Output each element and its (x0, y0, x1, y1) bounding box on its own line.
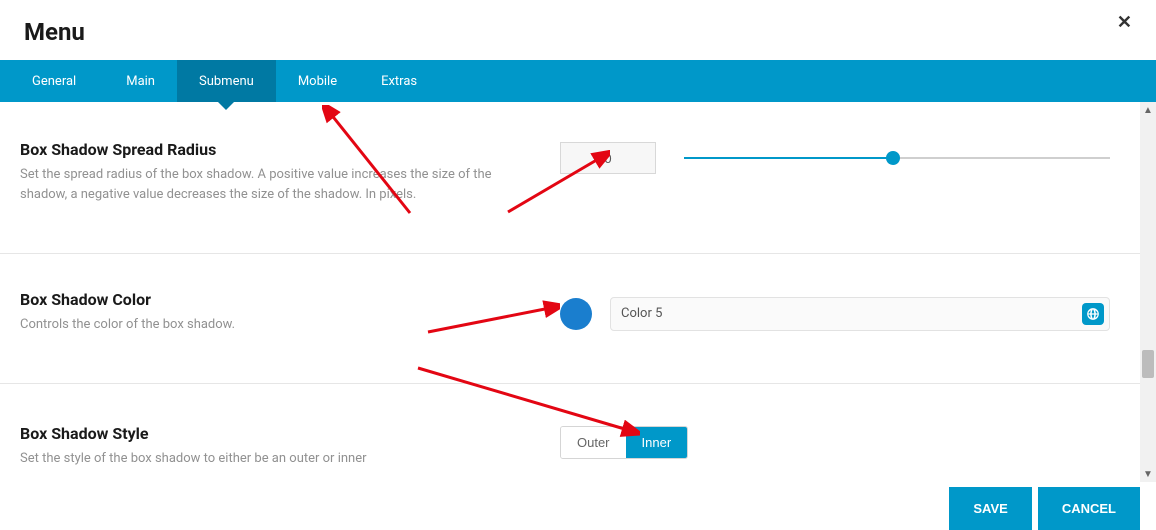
spread-slider-fill (684, 157, 893, 159)
scroll-down-icon[interactable]: ▼ (1140, 466, 1156, 482)
scroll-up-icon[interactable]: ▲ (1140, 102, 1156, 118)
spread-input[interactable] (560, 142, 656, 174)
style-toggle: Outer Inner (560, 426, 688, 459)
cancel-button[interactable]: CANCEL (1038, 487, 1140, 530)
color-desc: Controls the color of the box shadow. (20, 315, 530, 335)
style-outer-button[interactable]: Outer (561, 427, 626, 458)
spread-slider-thumb[interactable] (886, 151, 900, 165)
page-title: Menu (24, 18, 85, 46)
tab-general[interactable]: General (0, 60, 104, 102)
scrollbar[interactable]: ▲ ▼ (1140, 102, 1156, 482)
tab-mobile[interactable]: Mobile (276, 60, 359, 102)
color-swatch[interactable] (560, 298, 592, 330)
spread-title: Box Shadow Spread Radius (20, 140, 530, 159)
close-button[interactable]: ✕ (1111, 10, 1138, 35)
color-title: Box Shadow Color (20, 290, 530, 309)
style-title: Box Shadow Style (20, 424, 530, 443)
tab-extras[interactable]: Extras (359, 60, 439, 102)
style-inner-button[interactable]: Inner (626, 427, 688, 458)
style-desc: Set the style of the box shadow to eithe… (20, 449, 530, 469)
tab-submenu[interactable]: Submenu (177, 60, 276, 102)
spread-desc: Set the spread radius of the box shadow.… (20, 165, 530, 205)
color-select-label: Color 5 (621, 306, 662, 321)
tabs-bar: General Main Submenu Mobile Extras (0, 60, 1156, 102)
spread-slider[interactable] (684, 157, 1110, 159)
color-select[interactable]: Color 5 (610, 297, 1110, 331)
globe-icon[interactable] (1082, 303, 1104, 325)
scrollbar-thumb[interactable] (1142, 350, 1154, 378)
tab-main[interactable]: Main (104, 60, 177, 102)
content-scroll-area: Box Shadow Spread Radius Set the spread … (0, 102, 1140, 482)
save-button[interactable]: SAVE (949, 487, 1031, 530)
